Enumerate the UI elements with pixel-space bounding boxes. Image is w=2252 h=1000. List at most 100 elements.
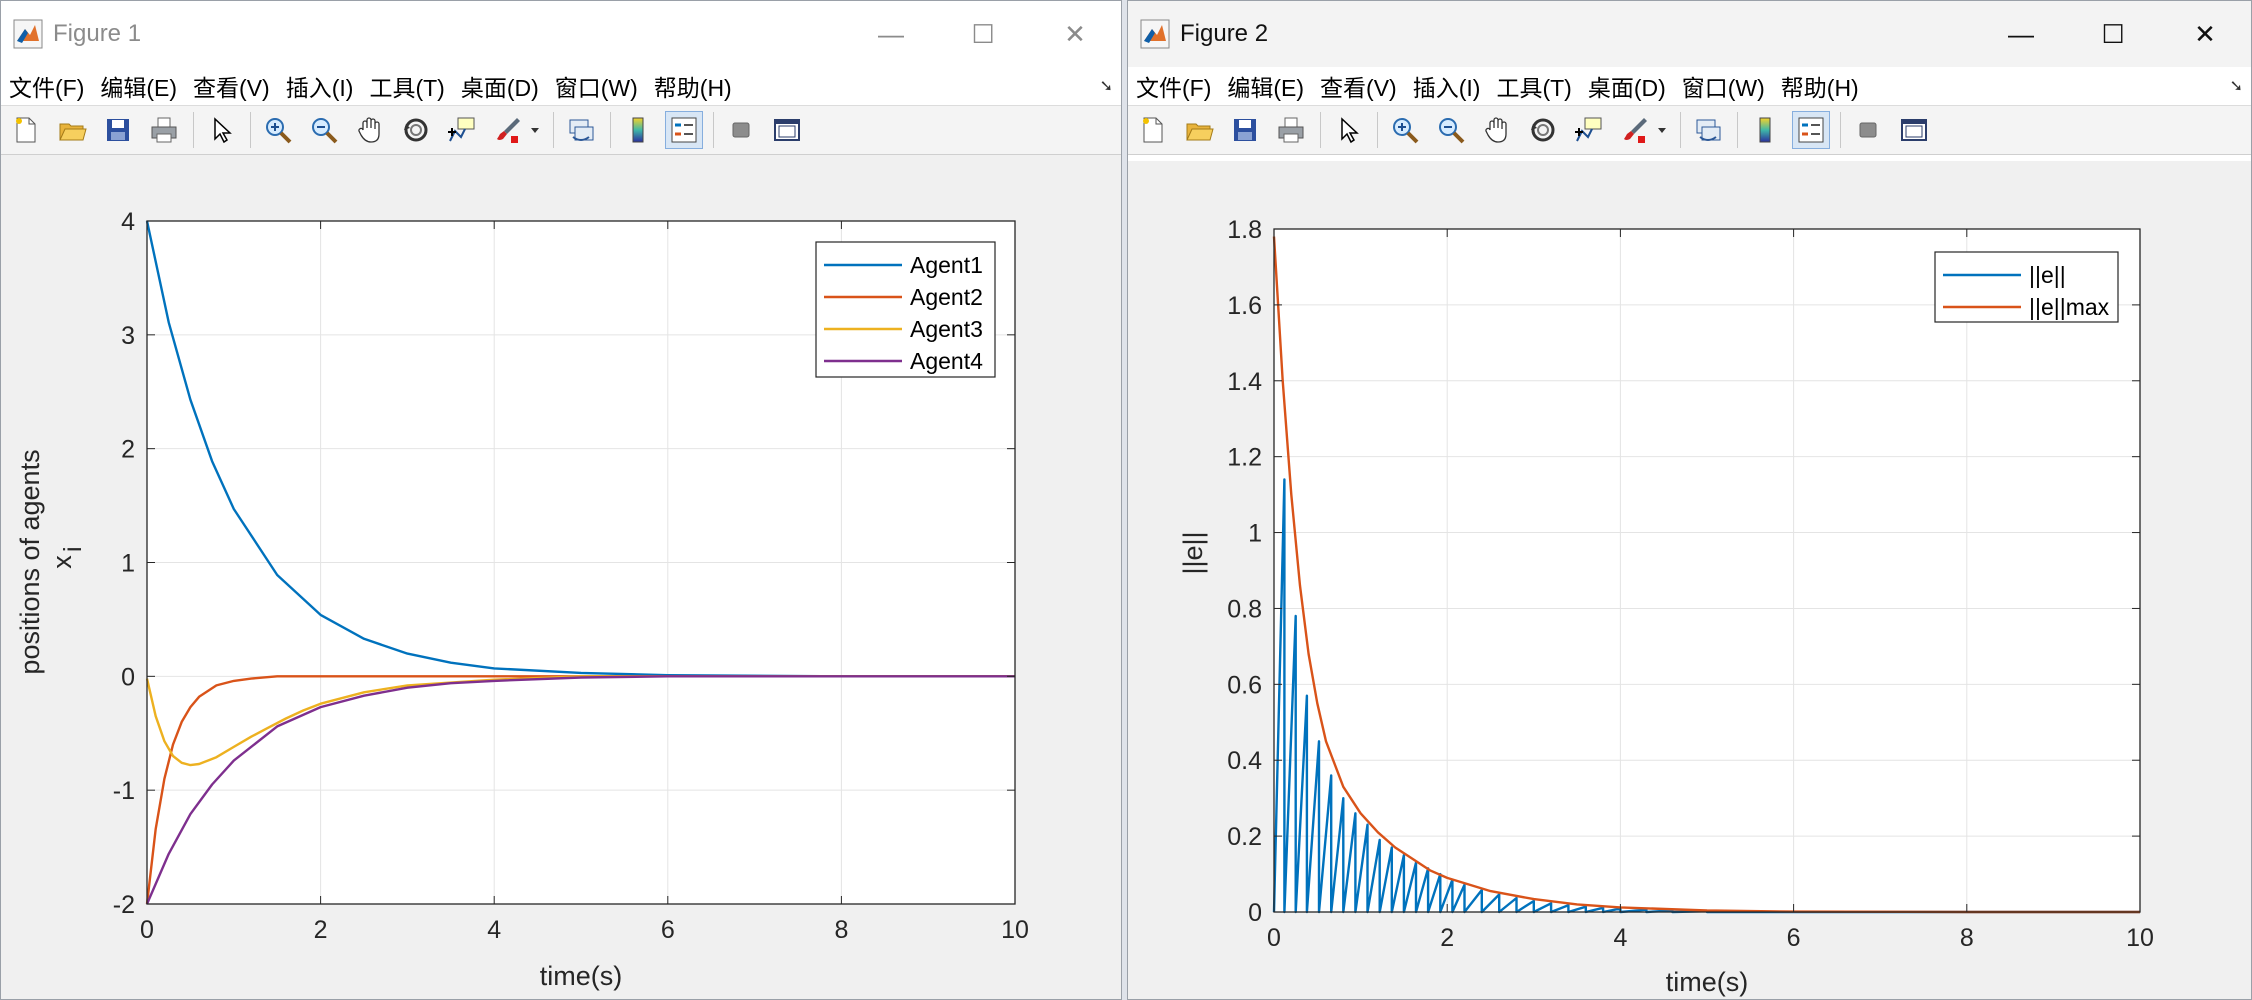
toolbar-separator <box>1840 112 1841 148</box>
y-tick-label: 1 <box>1248 520 1262 548</box>
window-title: Figure 2 <box>1180 20 1269 47</box>
menu-tools[interactable]: 工具(T) <box>361 69 452 103</box>
y-tick-label: -1 <box>113 777 135 805</box>
menu-desktop[interactable]: 桌面(D) <box>1580 69 1674 103</box>
zoom-out-icon[interactable] <box>305 111 343 149</box>
y-tick-label: 4 <box>121 208 135 236</box>
brush-icon[interactable] <box>1616 111 1654 149</box>
minimize-button[interactable]: — <box>1975 1 2067 67</box>
y-axis-label: ||e|| <box>1178 531 1208 574</box>
edit-plot-icon[interactable] <box>202 111 240 149</box>
brush-dropdown-icon[interactable] <box>529 111 541 149</box>
menu-window[interactable]: 窗口(W) <box>1674 69 1773 103</box>
menu-help[interactable]: 帮助(H) <box>1773 69 1867 103</box>
y-tick-label: 1.2 <box>1227 444 1262 472</box>
legend-label-3: Agent3 <box>910 316 983 342</box>
menu-view[interactable]: 查看(V) <box>185 69 278 103</box>
edit-plot-icon[interactable] <box>1329 111 1367 149</box>
legend-label-2: Agent2 <box>910 284 983 310</box>
y-tick-label: 1.6 <box>1227 292 1262 320</box>
y-tick-label: 1.8 <box>1227 216 1262 244</box>
toolbar-separator <box>610 112 611 148</box>
menu-desktop[interactable]: 桌面(D) <box>453 69 547 103</box>
window-controls: — ☐ ✕ <box>845 1 1121 67</box>
x-tick-label: 10 <box>2126 924 2154 952</box>
close-button[interactable]: ✕ <box>1029 1 1121 67</box>
insert-legend-icon[interactable] <box>665 111 703 149</box>
hide-plot-tools-icon[interactable] <box>1849 111 1887 149</box>
figure-2-titlebar[interactable]: Figure 2 — ☐ ✕ <box>1128 1 2251 67</box>
open-file-icon[interactable] <box>53 111 91 149</box>
zoom-out-icon[interactable] <box>1432 111 1470 149</box>
rotate-3d-icon[interactable] <box>397 111 435 149</box>
figure-toolbar <box>1128 106 2251 155</box>
legend-label-1: ||e|| <box>2029 262 2066 288</box>
menu-window[interactable]: 窗口(W) <box>547 69 646 103</box>
print-icon[interactable] <box>145 111 183 149</box>
data-cursor-icon[interactable] <box>443 111 481 149</box>
hide-plot-tools-icon[interactable] <box>722 111 760 149</box>
pan-icon[interactable] <box>351 111 389 149</box>
maximize-button[interactable]: ☐ <box>2067 1 2159 67</box>
brush-dropdown-icon[interactable] <box>1656 111 1668 149</box>
figure-1-canvas: 0 2 4 6 8 10 -2 -1 0 1 2 3 4 time(s) positions of agen… <box>1 155 1121 999</box>
insert-legend-icon[interactable] <box>1792 111 1830 149</box>
show-plot-tools-icon[interactable] <box>1895 111 1933 149</box>
open-file-icon[interactable] <box>1180 111 1218 149</box>
menu-insert[interactable]: 插入(I) <box>1405 69 1489 103</box>
menubar-dock-arrow-icon[interactable]: ➘ <box>2230 76 2243 96</box>
save-icon[interactable] <box>1226 111 1264 149</box>
menu-view[interactable]: 查看(V) <box>1312 69 1405 103</box>
new-figure-icon[interactable] <box>7 111 45 149</box>
menu-file[interactable]: 文件(F) <box>1128 69 1219 103</box>
insert-colorbar-icon[interactable] <box>619 111 657 149</box>
y-axis-label: positions of agents xi <box>15 449 87 674</box>
y-tick-label: 1.4 <box>1227 368 1262 396</box>
brush-icon[interactable] <box>489 111 527 149</box>
minimize-button[interactable]: — <box>845 1 937 67</box>
pan-icon[interactable] <box>1478 111 1516 149</box>
save-icon[interactable] <box>99 111 137 149</box>
y-tick-label: 0.6 <box>1227 671 1262 699</box>
zoom-in-icon[interactable] <box>1386 111 1424 149</box>
x-axis-label: time(s) <box>540 961 623 991</box>
show-plot-tools-icon[interactable] <box>768 111 806 149</box>
y-tick-label: 2 <box>121 436 135 464</box>
x-tick-label: 8 <box>1960 924 1974 952</box>
close-button[interactable]: ✕ <box>2159 1 2251 67</box>
menu-insert[interactable]: 插入(I) <box>278 69 362 103</box>
data-cursor-icon[interactable] <box>1570 111 1608 149</box>
menu-edit[interactable]: 编辑(E) <box>92 69 185 103</box>
matlab-icon <box>13 19 43 49</box>
print-icon[interactable] <box>1272 111 1310 149</box>
link-plot-icon[interactable] <box>1689 111 1727 149</box>
figure-toolbar <box>1 106 1121 155</box>
insert-colorbar-icon[interactable] <box>1746 111 1784 149</box>
figure-1-titlebar[interactable]: Figure 1 — ☐ ✕ <box>1 1 1121 67</box>
menu-file[interactable]: 文件(F) <box>1 69 92 103</box>
x-tick-label: 8 <box>834 916 848 944</box>
toolbar-separator <box>250 112 251 148</box>
link-plot-icon[interactable] <box>562 111 600 149</box>
x-tick-label: 2 <box>1440 924 1454 952</box>
x-tick-label: 4 <box>487 916 501 944</box>
y-tick-label: 3 <box>121 322 135 350</box>
zoom-in-icon[interactable] <box>259 111 297 149</box>
menubar-dock-arrow-icon[interactable]: ➘ <box>1100 76 1113 96</box>
y-axis-label-subscript: i <box>59 546 87 552</box>
new-figure-icon[interactable] <box>1134 111 1172 149</box>
matlab-icon <box>1140 19 1170 49</box>
x-axis-label: time(s) <box>1666 967 1749 997</box>
rotate-3d-icon[interactable] <box>1524 111 1562 149</box>
x-tick-label: 0 <box>1267 924 1281 952</box>
menu-tools[interactable]: 工具(T) <box>1488 69 1579 103</box>
menu-edit[interactable]: 编辑(E) <box>1219 69 1312 103</box>
y-tick-label: 1 <box>121 550 135 578</box>
axes-background <box>1274 229 2140 912</box>
maximize-button[interactable]: ☐ <box>937 1 1029 67</box>
toolbar-separator <box>713 112 714 148</box>
x-tick-label: 0 <box>140 916 154 944</box>
legend-label-2: ||e||max <box>2029 294 2110 320</box>
figure-2-window: Figure 2 — ☐ ✕ 文件(F) 编辑(E) 查看(V) 插入(I) 工… <box>1127 0 2252 1000</box>
menu-help[interactable]: 帮助(H) <box>646 69 740 103</box>
